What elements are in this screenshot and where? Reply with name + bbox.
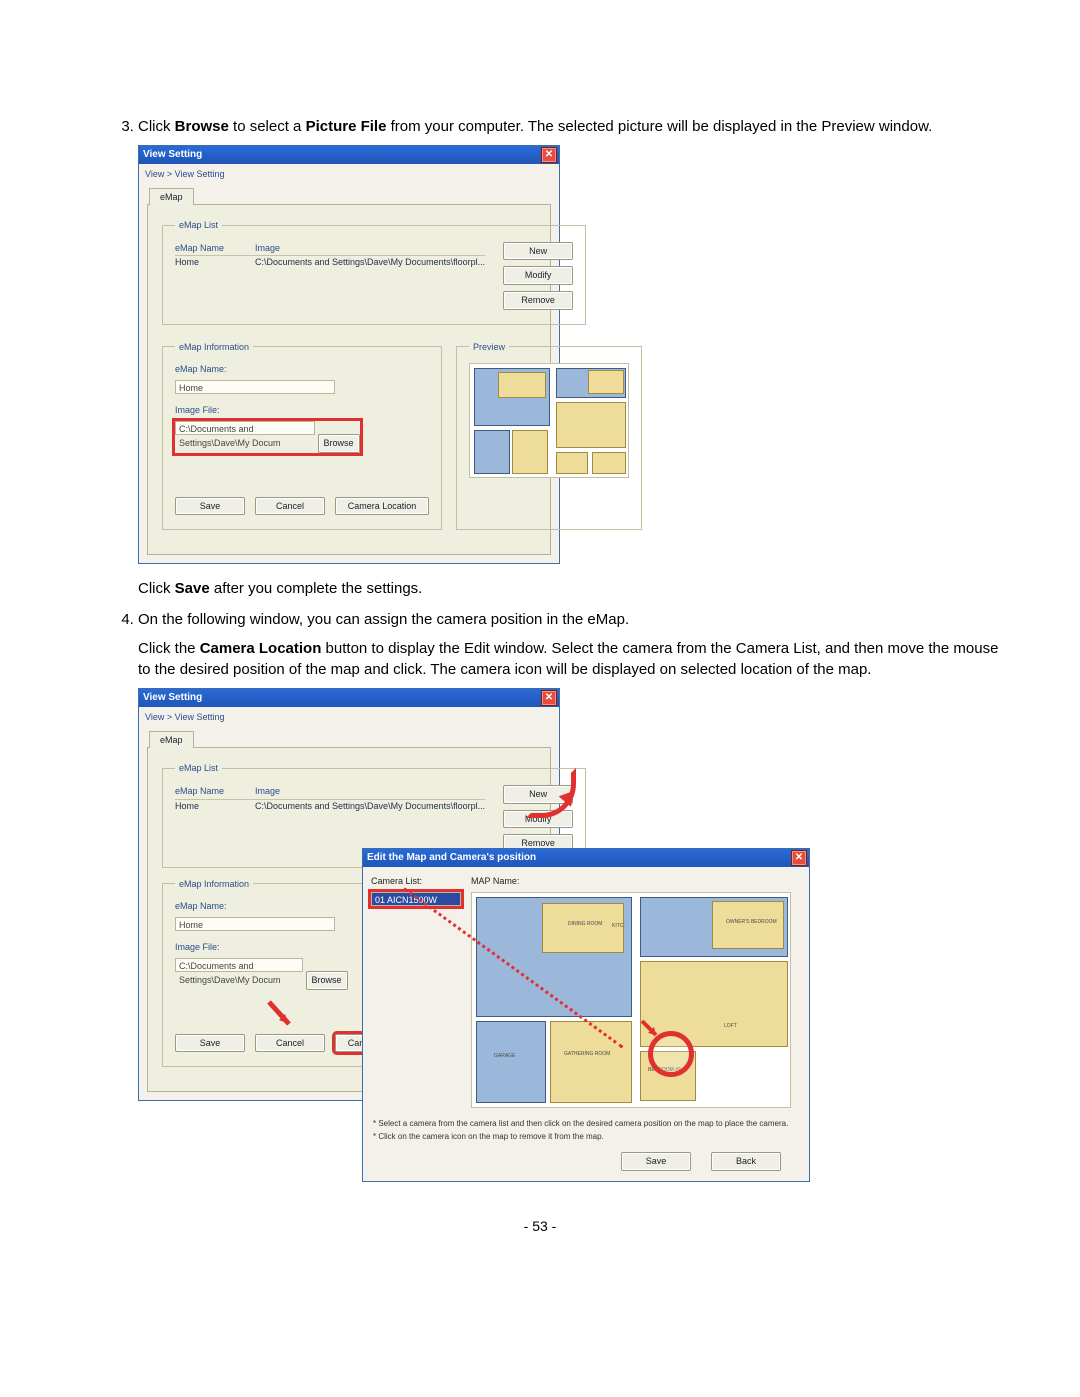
flow-arrow-icon [526,768,576,818]
lbl-map-name: MAP Name: [471,875,801,888]
preview-fieldset: Preview [456,341,642,531]
save-button[interactable]: Save [175,497,245,516]
close-icon[interactable]: ✕ [541,147,557,163]
image-file-field[interactable]: C:\Documents and Settings\Dave\My Docum [175,958,303,972]
view-setting-window-1: View Setting ✕ View > View Setting eMap … [138,145,560,564]
page-number: - 53 - [80,1218,1000,1234]
step4-text-b-b: Camera Location [200,640,322,657]
fp-kitc-label: KITC. [612,923,625,930]
titlebar: View Setting ✕ [139,689,559,707]
step3-text-b: Browse [175,118,229,135]
step3-after-a: Click [138,580,175,597]
browse-button[interactable]: Browse [318,434,360,453]
close-icon[interactable]: ✕ [791,850,807,866]
lbl-camera-list: Camera List: [371,875,463,888]
edit-map-window: Edit the Map and Camera's position ✕ Cam… [362,848,810,1182]
window-title: View Setting [143,691,202,705]
modify-button[interactable]: Modify [503,266,573,285]
titlebar: Edit the Map and Camera's position ✕ [363,849,809,867]
tab-emap[interactable]: eMap [149,188,194,206]
breadcrumb: View > View Setting [139,707,559,730]
step4-text-b-a: Click the [138,640,200,657]
titlebar: View Setting ✕ [139,146,559,164]
edit-back-button[interactable]: Back [711,1152,781,1171]
browse-button[interactable]: Browse [306,971,348,990]
step3-text-d: Picture File [306,118,387,135]
emap-list-fieldset: eMap List eMap Name Image Home C:\Docume… [162,219,586,324]
lbl-emap-name: eMap Name: [175,363,429,376]
step3-text-c: to select a [229,118,306,135]
col-name: eMap Name [175,785,255,798]
step3-text-a: Click [138,118,175,135]
emap-info-legend: eMap Information [175,878,253,891]
emap-name-field[interactable]: Home [175,917,335,931]
emap-name-field[interactable]: Home [175,380,335,394]
step-4: On the following window, you can assign … [138,609,1000,1178]
remove-button[interactable]: Remove [503,291,573,310]
list-item[interactable]: Home C:\Documents and Settings\Dave\My D… [175,800,485,813]
step3-text-e: from your computer. The selected picture… [386,118,932,135]
fp-gathering-label: GATHERING ROOM [564,1051,610,1058]
preview-floorplan [469,363,629,478]
col-image: Image [255,242,485,255]
fp-dining-label: DINING ROOM [568,921,602,928]
cancel-button[interactable]: Cancel [255,1034,325,1053]
cancel-button[interactable]: Cancel [255,497,325,516]
window-title: View Setting [143,148,202,162]
tab-emap[interactable]: eMap [149,731,194,749]
drop-arrow-icon [640,1019,662,1041]
step3-after-c: after you complete the settings. [210,580,423,597]
preview-legend: Preview [469,341,509,354]
emap-info-legend: eMap Information [175,341,253,354]
list-item[interactable]: Home C:\Documents and Settings\Dave\My D… [175,256,485,269]
emap-list-legend: eMap List [175,762,222,775]
edit-note-1: * Select a camera from the camera list a… [373,1118,799,1129]
breadcrumb: View > View Setting [139,164,559,187]
save-button[interactable]: Save [175,1034,245,1053]
col-image: Image [255,785,485,798]
fp-loft-label: LOFT [724,1023,737,1030]
emap-info-fieldset: eMap Information eMap Name: Home Image F… [162,341,442,531]
new-button[interactable]: New [503,242,573,261]
edit-note-2: * Click on the camera icon on the map to… [373,1131,799,1142]
pointer-arrow-icon [265,1000,299,1034]
step4-text-a: On the following window, you can assign … [138,609,1000,630]
emap-list-legend: eMap List [175,219,222,232]
step-3: Click Browse to select a Picture File fr… [138,116,1000,599]
edit-floorplan[interactable]: DINING ROOM KITC. GARAGE GATHERING ROOM … [471,892,791,1108]
step3-after-b: Save [175,580,210,597]
fp-owner-label: OWNER'S BEDROOM [726,919,777,926]
col-name: eMap Name [175,242,255,255]
image-file-field[interactable]: C:\Documents and Settings\Dave\My Docum [175,421,315,435]
window-title: Edit the Map and Camera's position [367,851,536,865]
close-icon[interactable]: ✕ [541,690,557,706]
edit-save-button[interactable]: Save [621,1152,691,1171]
camera-location-button[interactable]: Camera Location [335,497,429,516]
instruction-list: Click Browse to select a Picture File fr… [80,116,1000,1178]
lbl-image-file: Image File: [175,404,429,417]
fp-garage-label: GARAGE [494,1053,515,1060]
